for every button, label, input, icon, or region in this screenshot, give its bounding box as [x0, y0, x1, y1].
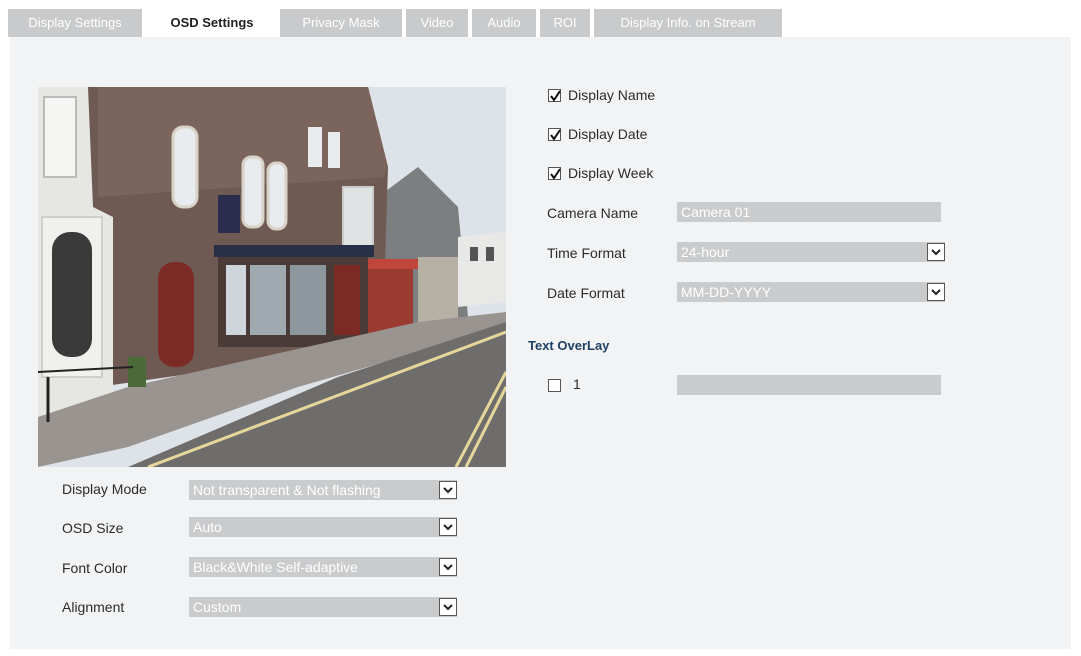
osd-size-select[interactable]: Auto [189, 517, 457, 537]
live-preview-image[interactable] [38, 87, 506, 467]
font-color-label: Font Color [62, 560, 128, 576]
display-name-checkbox[interactable] [548, 89, 561, 102]
display-mode-select[interactable]: Not transparent & Not flashing [189, 480, 457, 500]
date-format-select[interactable]: MM-DD-YYYY [677, 282, 945, 302]
osd-settings-page: Display Settings OSD Settings Privacy Ma… [0, 0, 1081, 656]
chevron-down-icon [439, 518, 457, 536]
display-week-label: Display Week [568, 165, 654, 181]
tab-display-info-on-stream[interactable]: Display Info. on Stream [594, 9, 782, 37]
osd-size-label: OSD Size [62, 520, 124, 536]
chevron-down-icon [439, 598, 457, 616]
alignment-select[interactable]: Custom [189, 597, 457, 617]
tab-osd-settings[interactable]: OSD Settings [148, 9, 276, 37]
alignment-label: Alignment [62, 599, 125, 615]
tab-video[interactable]: Video [406, 9, 468, 37]
text-overlay-1-label: 1 [573, 376, 581, 392]
text-overlay-1-checkbox[interactable] [548, 379, 561, 392]
text-overlay-1-input[interactable] [677, 375, 941, 395]
chevron-down-icon [927, 243, 945, 261]
chevron-down-icon [927, 283, 945, 301]
tab-roi[interactable]: ROI [540, 9, 590, 37]
time-format-label: Time Format [547, 245, 626, 261]
checkmark-icon [550, 90, 561, 102]
camera-name-label: Camera Name [547, 205, 639, 221]
time-format-select[interactable]: 24-hour [677, 242, 945, 262]
display-name-label: Display Name [568, 87, 656, 103]
font-color-select[interactable]: Black&White Self-adaptive [189, 557, 457, 577]
tab-audio[interactable]: Audio [472, 9, 536, 37]
tab-display-settings[interactable]: Display Settings [8, 9, 142, 37]
chevron-down-icon [439, 558, 457, 576]
display-week-checkbox[interactable] [548, 167, 561, 180]
date-format-label: Date Format [547, 285, 625, 301]
display-mode-label: Display Mode [62, 481, 147, 497]
camera-name-input[interactable]: Camera 01 [677, 202, 941, 222]
display-date-label: Display Date [568, 126, 648, 142]
tab-privacy-mask[interactable]: Privacy Mask [280, 9, 402, 37]
checkmark-icon [550, 129, 561, 141]
checkmark-icon [550, 168, 561, 180]
chevron-down-icon [439, 481, 457, 499]
display-date-checkbox[interactable] [548, 128, 561, 141]
text-overlay-title: Text OverLay [528, 338, 610, 353]
